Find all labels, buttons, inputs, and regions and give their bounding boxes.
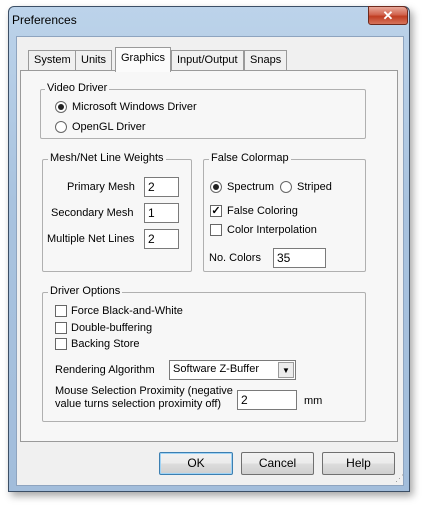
tab-units[interactable]: Units	[75, 50, 113, 70]
video-driver-group-label: Video Driver	[45, 82, 110, 94]
secondary-mesh-label: Secondary Mesh	[51, 207, 134, 219]
radio-label: OpenGL Driver	[72, 121, 146, 133]
double-buffering-label: Double-buffering	[71, 322, 153, 334]
color-interpolation-checkbox[interactable]	[210, 224, 222, 236]
secondary-mesh-input[interactable]: 1	[144, 203, 179, 223]
backing-store-label: Backing Store	[71, 338, 140, 350]
resize-grip-icon[interactable]: ⋰	[395, 474, 405, 486]
mesh-group-label: Mesh/Net Line Weights	[48, 152, 166, 164]
no-colors-input[interactable]: 35	[273, 248, 326, 268]
close-icon: ✕	[382, 8, 394, 23]
radio-label: Striped	[297, 181, 332, 193]
no-colors-label: No. Colors	[209, 252, 261, 264]
radio-label: Spectrum	[227, 181, 275, 193]
checkmark-icon: ✓	[211, 205, 221, 217]
color-interpolation-label: Color Interpolation	[227, 224, 317, 236]
primary-mesh-input[interactable]: 2	[144, 177, 179, 197]
tab-label: Graphics	[121, 52, 166, 64]
tab-label: System	[34, 54, 71, 66]
mouse-selection-proximity-label-line2: value turns selection proximity off)	[55, 398, 222, 410]
rendering-algorithm-label: Rendering Algorithm	[55, 364, 155, 376]
radio-opengl-driver[interactable]	[55, 121, 67, 133]
tab-label: Input/Output	[177, 54, 238, 66]
chevron-down-icon[interactable]: ▼	[278, 362, 294, 378]
radio-label: Microsoft Windows Driver	[72, 101, 197, 113]
force-black-and-white-checkbox[interactable]	[55, 305, 67, 317]
tab-system[interactable]: System	[28, 50, 77, 70]
double-buffering-checkbox[interactable]	[55, 322, 67, 334]
false-coloring-checkbox[interactable]: ✓	[210, 205, 222, 217]
false-coloring-label: False Coloring	[227, 205, 298, 217]
force-black-and-white-label: Force Black-and-White	[71, 305, 183, 317]
tab-snaps[interactable]: Snaps	[244, 50, 288, 70]
rendering-algorithm-value: Software Z-Buffer	[173, 363, 259, 375]
graphics-tab-panel: Video Driver Microsoft Windows Driver Op…	[20, 70, 398, 442]
cancel-button[interactable]: Cancel	[241, 452, 314, 475]
multiple-net-lines-label: Multiple Net Lines	[47, 233, 135, 245]
tab-graphics[interactable]: Graphics	[115, 47, 172, 72]
proximity-unit-label: mm	[304, 395, 323, 407]
backing-store-checkbox[interactable]	[55, 338, 67, 350]
close-button[interactable]: ✕	[368, 6, 408, 25]
false-colormap-group-label: False Colormap	[209, 152, 291, 164]
tab-input-output[interactable]: Input/Output	[171, 50, 244, 70]
radio-striped[interactable]	[280, 181, 292, 193]
mouse-selection-proximity-input[interactable]: 2	[237, 390, 297, 410]
primary-mesh-label: Primary Mesh	[67, 181, 135, 193]
tab-label: Units	[81, 54, 107, 66]
tab-label: Snaps	[250, 54, 282, 66]
radio-microsoft-windows-driver[interactable]	[55, 101, 67, 113]
mouse-selection-proximity-label: Mouse Selection Proximity (negative	[55, 385, 233, 397]
radio-spectrum[interactable]	[210, 181, 222, 193]
multiple-net-lines-input[interactable]: 2	[144, 229, 179, 249]
window-title: Preferences	[12, 13, 77, 27]
driver-options-group-label: Driver Options	[48, 285, 123, 297]
rendering-algorithm-select[interactable]: Software Z-Buffer ▼	[169, 360, 296, 380]
help-button[interactable]: Help	[322, 452, 395, 475]
ok-button[interactable]: OK	[159, 452, 233, 475]
